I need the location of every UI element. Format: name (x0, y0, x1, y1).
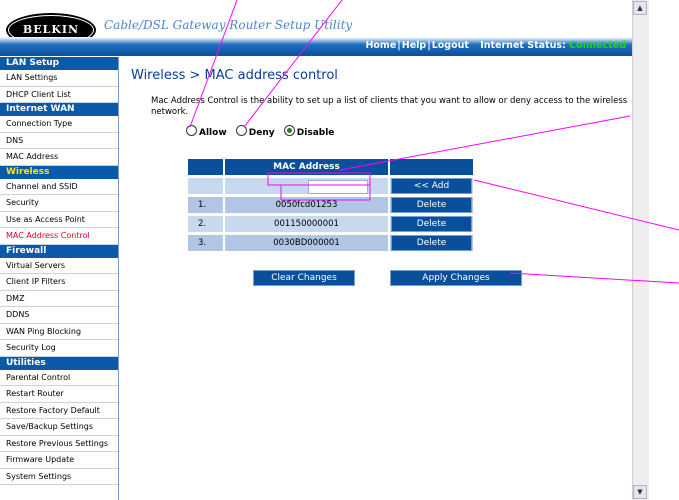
callout-line-allow (189, 0, 238, 128)
callout-line-apply (509, 272, 679, 284)
callout-box-input (267, 172, 371, 186)
annotation-callouts (189, 0, 679, 284)
callout-line-mac-input (339, 115, 631, 171)
callout-line-add (473, 179, 679, 231)
callout-line-deny (243, 0, 343, 128)
